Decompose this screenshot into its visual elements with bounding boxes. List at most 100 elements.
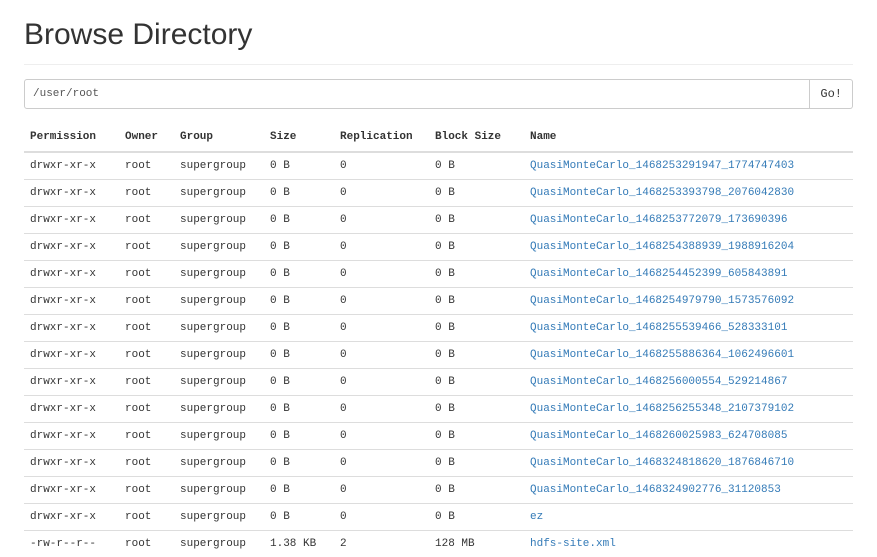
cell-owner: root <box>119 315 174 342</box>
cell-group: supergroup <box>174 477 264 504</box>
table-row: drwxr-xr-xrootsupergroup0 B00 BQuasiMont… <box>24 423 853 450</box>
cell-replication: 0 <box>334 477 429 504</box>
cell-name: QuasiMonteCarlo_1468324818620_1876846710 <box>524 450 853 477</box>
cell-replication: 0 <box>334 234 429 261</box>
table-row: drwxr-xr-xrootsupergroup0 B00 Bez <box>24 504 853 531</box>
cell-name: QuasiMonteCarlo_1468254979790_1573576092 <box>524 288 853 315</box>
cell-block-size: 0 B <box>429 315 524 342</box>
cell-block-size: 0 B <box>429 207 524 234</box>
cell-owner: root <box>119 504 174 531</box>
col-name: Name <box>524 123 853 152</box>
table-row: drwxr-xr-xrootsupergroup0 B00 BQuasiMont… <box>24 234 853 261</box>
cell-block-size: 0 B <box>429 369 524 396</box>
cell-size: 1.38 KB <box>264 531 334 557</box>
cell-block-size: 0 B <box>429 342 524 369</box>
table-row: drwxr-xr-xrootsupergroup0 B00 BQuasiMont… <box>24 342 853 369</box>
cell-replication: 0 <box>334 423 429 450</box>
cell-group: supergroup <box>174 531 264 557</box>
cell-owner: root <box>119 288 174 315</box>
file-link[interactable]: QuasiMonteCarlo_1468254388939_1988916204 <box>530 241 794 253</box>
cell-name: QuasiMonteCarlo_1468254452399_605843891 <box>524 261 853 288</box>
cell-permission: drwxr-xr-x <box>24 234 119 261</box>
cell-permission: drwxr-xr-x <box>24 396 119 423</box>
file-link[interactable]: QuasiMonteCarlo_1468324818620_1876846710 <box>530 457 794 469</box>
cell-replication: 0 <box>334 396 429 423</box>
cell-block-size: 0 B <box>429 234 524 261</box>
cell-group: supergroup <box>174 288 264 315</box>
cell-name: QuasiMonteCarlo_1468255539466_528333101 <box>524 315 853 342</box>
file-link[interactable]: hdfs-site.xml <box>530 538 616 550</box>
cell-permission: -rw-r--r-- <box>24 531 119 557</box>
cell-replication: 0 <box>334 504 429 531</box>
cell-group: supergroup <box>174 396 264 423</box>
cell-block-size: 0 B <box>429 152 524 180</box>
file-link[interactable]: QuasiMonteCarlo_1468260025983_624708085 <box>530 430 787 442</box>
cell-permission: drwxr-xr-x <box>24 504 119 531</box>
cell-replication: 0 <box>334 288 429 315</box>
col-permission: Permission <box>24 123 119 152</box>
cell-permission: drwxr-xr-x <box>24 423 119 450</box>
cell-owner: root <box>119 477 174 504</box>
file-link[interactable]: QuasiMonteCarlo_1468256255348_2107379102 <box>530 403 794 415</box>
table-header-row: Permission Owner Group Size Replication … <box>24 123 853 152</box>
directory-table: Permission Owner Group Size Replication … <box>24 123 853 557</box>
cell-name: QuasiMonteCarlo_1468256000554_529214867 <box>524 369 853 396</box>
file-link[interactable]: QuasiMonteCarlo_1468255886364_1062496601 <box>530 349 794 361</box>
col-block-size: Block Size <box>429 123 524 152</box>
cell-name: QuasiMonteCarlo_1468253393798_2076042830 <box>524 180 853 207</box>
cell-name: hdfs-site.xml <box>524 531 853 557</box>
cell-size: 0 B <box>264 152 334 180</box>
file-link[interactable]: QuasiMonteCarlo_1468255539466_528333101 <box>530 322 787 334</box>
cell-block-size: 0 B <box>429 423 524 450</box>
cell-name: QuasiMonteCarlo_1468253772079_173690396 <box>524 207 853 234</box>
cell-group: supergroup <box>174 369 264 396</box>
cell-name: QuasiMonteCarlo_1468324902776_31120853 <box>524 477 853 504</box>
cell-block-size: 0 B <box>429 396 524 423</box>
path-input[interactable] <box>24 79 810 109</box>
table-row: drwxr-xr-xrootsupergroup0 B00 BQuasiMont… <box>24 396 853 423</box>
cell-owner: root <box>119 234 174 261</box>
cell-replication: 2 <box>334 531 429 557</box>
cell-replication: 0 <box>334 207 429 234</box>
file-link[interactable]: QuasiMonteCarlo_1468254452399_605843891 <box>530 268 787 280</box>
cell-size: 0 B <box>264 342 334 369</box>
cell-name: QuasiMonteCarlo_1468253291947_1774747403 <box>524 152 853 180</box>
cell-owner: root <box>119 152 174 180</box>
page-title: Browse Directory <box>24 18 853 52</box>
file-link[interactable]: QuasiMonteCarlo_1468253291947_1774747403 <box>530 160 794 172</box>
cell-replication: 0 <box>334 342 429 369</box>
cell-permission: drwxr-xr-x <box>24 152 119 180</box>
cell-owner: root <box>119 396 174 423</box>
file-link[interactable]: QuasiMonteCarlo_1468253772079_173690396 <box>530 214 787 226</box>
cell-block-size: 0 B <box>429 180 524 207</box>
cell-size: 0 B <box>264 369 334 396</box>
cell-group: supergroup <box>174 450 264 477</box>
col-size: Size <box>264 123 334 152</box>
table-row: drwxr-xr-xrootsupergroup0 B00 BQuasiMont… <box>24 288 853 315</box>
cell-name: QuasiMonteCarlo_1468260025983_624708085 <box>524 423 853 450</box>
file-link[interactable]: ez <box>530 511 543 523</box>
cell-owner: root <box>119 423 174 450</box>
divider <box>24 64 853 65</box>
col-replication: Replication <box>334 123 429 152</box>
cell-replication: 0 <box>334 261 429 288</box>
cell-name: QuasiMonteCarlo_1468256255348_2107379102 <box>524 396 853 423</box>
cell-size: 0 B <box>264 234 334 261</box>
cell-group: supergroup <box>174 207 264 234</box>
cell-permission: drwxr-xr-x <box>24 261 119 288</box>
cell-name: QuasiMonteCarlo_1468254388939_1988916204 <box>524 234 853 261</box>
file-link[interactable]: QuasiMonteCarlo_1468253393798_2076042830 <box>530 187 794 199</box>
go-button[interactable]: Go! <box>810 79 853 109</box>
cell-permission: drwxr-xr-x <box>24 315 119 342</box>
file-link[interactable]: QuasiMonteCarlo_1468324902776_31120853 <box>530 484 781 496</box>
file-link[interactable]: QuasiMonteCarlo_1468256000554_529214867 <box>530 376 787 388</box>
file-link[interactable]: QuasiMonteCarlo_1468254979790_1573576092 <box>530 295 794 307</box>
cell-group: supergroup <box>174 423 264 450</box>
cell-permission: drwxr-xr-x <box>24 288 119 315</box>
cell-owner: root <box>119 207 174 234</box>
cell-block-size: 0 B <box>429 288 524 315</box>
cell-group: supergroup <box>174 315 264 342</box>
table-row: drwxr-xr-xrootsupergroup0 B00 BQuasiMont… <box>24 180 853 207</box>
cell-replication: 0 <box>334 315 429 342</box>
cell-block-size: 0 B <box>429 450 524 477</box>
